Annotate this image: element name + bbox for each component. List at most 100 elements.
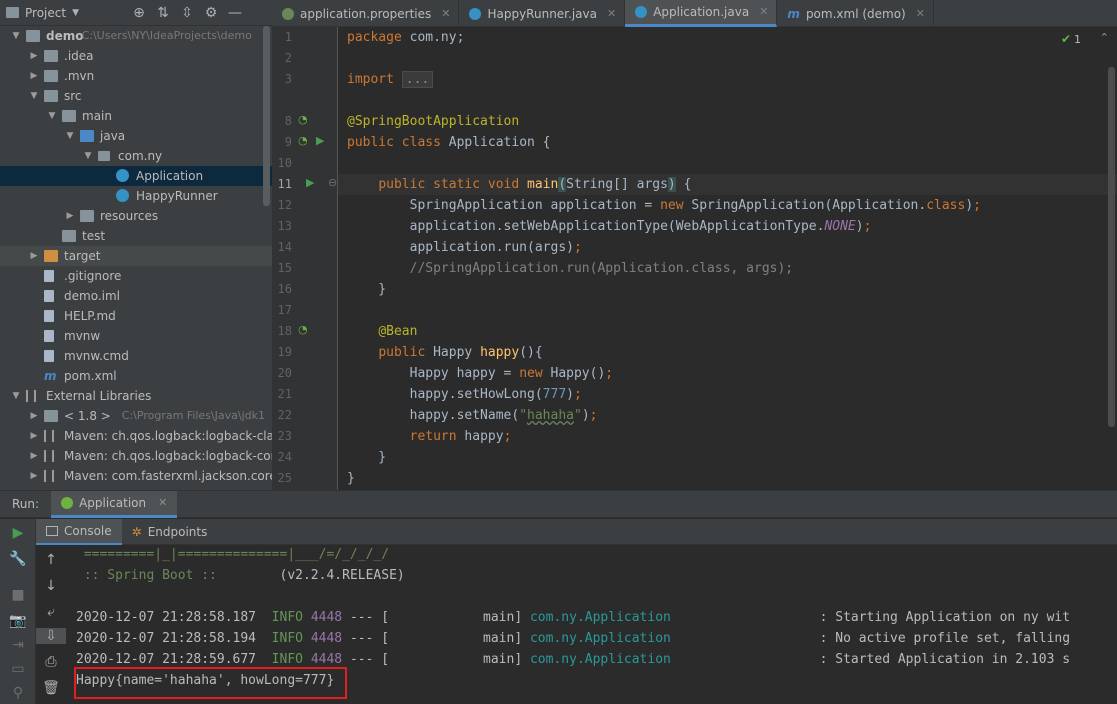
scroll-down-icon[interactable]: ↓: [36, 578, 66, 594]
layout-icon[interactable]: ▭: [0, 661, 36, 677]
code-line[interactable]: application.run(args);: [347, 237, 582, 258]
chevron-down-icon[interactable]: ▼: [28, 86, 40, 106]
tree-item[interactable]: ▶ Maven: com.fasterxml.jackson.core:jac: [0, 466, 272, 486]
stop-icon[interactable]: ■: [0, 587, 36, 603]
tree-item[interactable]: ▶ .idea: [0, 46, 272, 66]
inspection-ok-icon[interactable]: ✔: [1061, 32, 1071, 46]
chevron-right-icon[interactable]: ▶: [28, 406, 40, 426]
chevron-right-icon[interactable]: ▶: [28, 446, 40, 466]
code-line[interactable]: happy.setHowLong(777);: [347, 384, 582, 405]
code-area[interactable]: package com.ny; import ... @SpringBootAp…: [347, 27, 1117, 490]
chevron-down-icon[interactable]: ▼: [82, 146, 94, 166]
exit-icon[interactable]: ⇥: [0, 637, 36, 653]
tree-item[interactable]: ▼ java: [0, 126, 272, 146]
chevron-down-icon[interactable]: ▼: [10, 26, 22, 46]
chevron-right-icon[interactable]: ▶: [28, 426, 40, 446]
tree-item[interactable]: ▼ demo C:\Users\NY\IdeaProjects\demo: [0, 26, 272, 46]
tree-item[interactable]: mvnw: [0, 326, 272, 346]
locate-target-icon[interactable]: ⊕: [127, 5, 151, 21]
code-line[interactable]: happy.setName("hahaha");: [347, 405, 598, 426]
tree-item[interactable]: ▼ main: [0, 106, 272, 126]
tree-item[interactable]: m pom.xml: [0, 366, 272, 386]
run-config-tab[interactable]: Application ✕: [51, 490, 178, 518]
chevron-down-icon[interactable]: ▼: [10, 386, 22, 406]
inspection-count[interactable]: 1: [1074, 33, 1081, 46]
spring-bean-icon[interactable]: ◔: [298, 323, 308, 336]
spring-bean-icon[interactable]: ◔: [298, 134, 308, 147]
close-icon[interactable]: ✕: [607, 1, 616, 27]
tree-item[interactable]: ▶ Maven: ch.qos.logback:logback-core:1: [0, 446, 272, 466]
code-line[interactable]: Happy happy = new Happy();: [347, 363, 614, 384]
close-icon[interactable]: ✕: [158, 496, 167, 509]
code-line[interactable]: SpringApplication application = new Spri…: [347, 195, 981, 216]
code-line[interactable]: application.setWebApplicationType(WebApp…: [347, 216, 872, 237]
close-icon[interactable]: ✕: [916, 1, 925, 27]
settings-gear-icon[interactable]: ⚙: [199, 5, 223, 21]
code-editor[interactable]: 1 2 3 8 9 10 11 12 13 14 15 16 17 18 19 20 21 22 23 24 25 ◔ ◔ ▶…: [272, 27, 1117, 490]
fold-icon[interactable]: ⊖: [328, 176, 337, 189]
chevron-down-icon[interactable]: ▼: [64, 126, 76, 146]
chevron-right-icon[interactable]: ▶: [28, 46, 40, 66]
collapse-all-icon[interactable]: ⇅: [151, 5, 175, 21]
run-gutter-icon[interactable]: ▶: [306, 176, 314, 189]
run-gutter-icon[interactable]: ▶: [316, 134, 324, 147]
tree-item[interactable]: demo.iml: [0, 286, 272, 306]
project-view-selector[interactable]: Project: [25, 6, 66, 20]
editor-tab[interactable]: Application.java ✕: [625, 0, 778, 27]
code-line[interactable]: package com.ny;: [347, 27, 464, 48]
tree-item[interactable]: mvnw.cmd: [0, 346, 272, 366]
tree-item[interactable]: Application: [0, 166, 272, 186]
rerun-icon[interactable]: ▶: [0, 525, 36, 541]
pin-icon[interactable]: ⚲: [0, 685, 36, 701]
tree-item[interactable]: ▼ External Libraries: [0, 386, 272, 406]
editor-tab[interactable]: application.properties ✕: [272, 0, 460, 27]
tree-item[interactable]: ▶ Maven: ch.qos.logback:logback-classic: [0, 426, 272, 446]
print-icon[interactable]: ⎙: [36, 654, 66, 670]
tab-console[interactable]: Console: [36, 518, 122, 545]
chevron-right-icon[interactable]: ▶: [28, 246, 40, 266]
editor-tab[interactable]: m pom.xml (demo) ✕: [777, 0, 934, 27]
editor-scrollbar[interactable]: [1108, 67, 1115, 427]
spring-bean-icon[interactable]: ◔: [298, 113, 308, 126]
camera-icon[interactable]: 📷: [0, 613, 36, 629]
code-line[interactable]: }: [347, 447, 386, 468]
code-line[interactable]: public class Application {: [347, 132, 551, 153]
scroll-up-icon[interactable]: ↑: [36, 552, 66, 568]
expand-all-icon[interactable]: ⇳: [175, 5, 199, 21]
project-scrollbar[interactable]: [263, 26, 270, 206]
code-line[interactable]: }: [347, 468, 355, 489]
tree-item[interactable]: ▶ < 1.8 > C:\Program Files\Java\jdk1: [0, 406, 272, 426]
tree-item[interactable]: ▼ com.ny: [0, 146, 272, 166]
clear-all-icon[interactable]: 🗑: [36, 680, 66, 696]
chevron-down-icon[interactable]: ▼: [46, 106, 58, 126]
chevron-right-icon[interactable]: ▶: [28, 66, 40, 86]
editor-tab[interactable]: HappyRunner.java ✕: [459, 0, 626, 27]
tree-item[interactable]: ▶ resources: [0, 206, 272, 226]
code-line[interactable]: import ...: [347, 69, 434, 90]
tree-item[interactable]: HELP.md: [0, 306, 272, 326]
code-line[interactable]: //SpringApplication.run(Application.clas…: [347, 258, 794, 279]
tree-item[interactable]: ▼ src: [0, 86, 272, 106]
code-line[interactable]: public static void main(String[] args) {: [347, 174, 691, 195]
chevron-right-icon[interactable]: ▶: [28, 466, 40, 486]
close-icon[interactable]: ✕: [759, 0, 768, 25]
code-line[interactable]: return happy;: [347, 426, 512, 447]
chevron-down-icon[interactable]: ▼: [72, 8, 79, 18]
chevron-up-icon[interactable]: ⌃: [1100, 31, 1109, 44]
tree-item[interactable]: test: [0, 226, 272, 246]
tree-item[interactable]: ▶ target: [0, 246, 272, 266]
modify-config-icon[interactable]: 🔧: [0, 551, 36, 567]
tab-endpoints[interactable]: ✲ Endpoints: [122, 519, 218, 545]
tree-item[interactable]: HappyRunner: [0, 186, 272, 206]
scroll-to-end-icon[interactable]: ⇩: [36, 628, 66, 644]
code-line[interactable]: @SpringBootApplication: [347, 111, 519, 132]
soft-wrap-icon[interactable]: ⤶: [36, 604, 66, 620]
hide-panel-icon[interactable]: —: [223, 5, 247, 21]
tree-item[interactable]: .gitignore: [0, 266, 272, 286]
close-icon[interactable]: ✕: [441, 1, 450, 27]
code-line[interactable]: @Bean: [347, 321, 417, 342]
code-line[interactable]: }: [347, 279, 386, 300]
tree-item[interactable]: ▶ .mvn: [0, 66, 272, 86]
code-line[interactable]: public Happy happy(){: [347, 342, 542, 363]
chevron-right-icon[interactable]: ▶: [64, 206, 76, 226]
